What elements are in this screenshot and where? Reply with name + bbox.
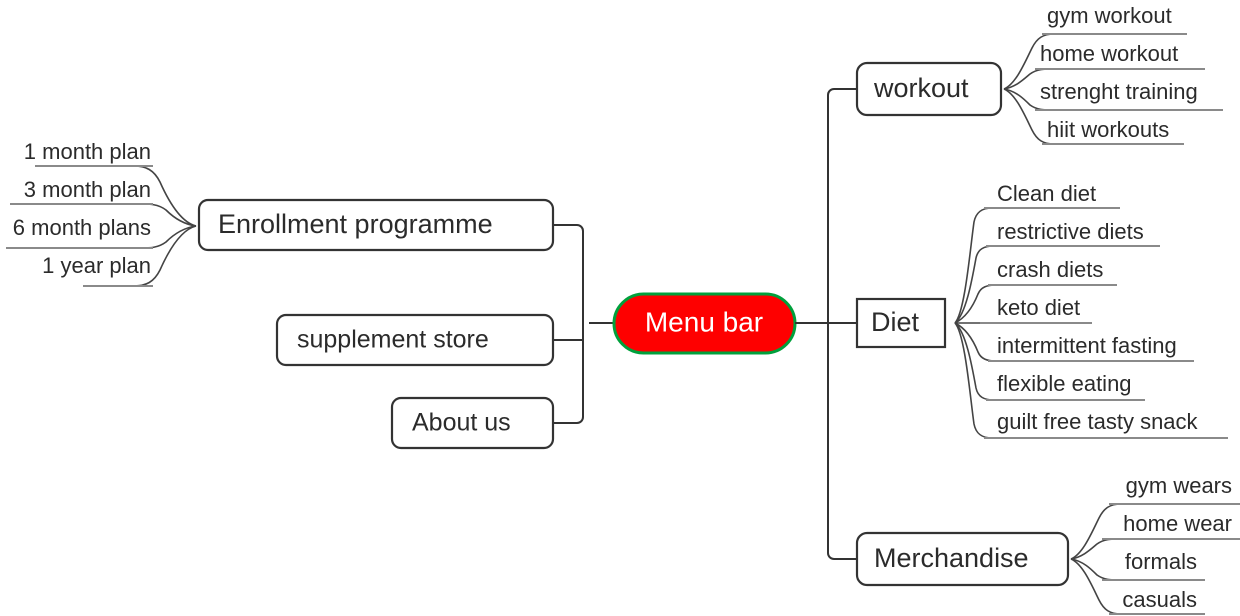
leaf-label-guilt-free-tasty-snack[interactable]: guilt free tasty snack <box>997 409 1199 434</box>
branch-node-merchandise[interactable]: Merchandise <box>855 531 1070 587</box>
branch-label-enrollment-programme: Enrollment programme <box>218 209 493 239</box>
leaf-label-flexible-eating[interactable]: flexible eating <box>997 371 1132 396</box>
right-trunk-connector <box>795 95 829 553</box>
branch-node-supplement-store[interactable]: supplement store <box>275 313 555 367</box>
branch-label-merchandise: Merchandise <box>874 543 1029 573</box>
branch-label-diet: Diet <box>871 307 920 337</box>
leaf-label-casuals[interactable]: casuals <box>1122 587 1197 612</box>
leaf-label-gym-wears[interactable]: gym wears <box>1126 473 1232 498</box>
leaf-label-formals[interactable]: formals <box>1125 549 1197 574</box>
left-branch-stem-enrollment <box>553 224 584 232</box>
branch-label-supplement-store: supplement store <box>297 326 489 354</box>
root-node-menu-bar[interactable]: Menu bar <box>612 292 797 355</box>
left-trunk-connector <box>582 231 614 417</box>
leaf-label-home-workout[interactable]: home workout <box>1040 41 1178 66</box>
right-branch-stem-workout <box>827 88 857 96</box>
leaf-label-1-month-plan[interactable]: 1 month plan <box>24 139 151 164</box>
leaf-label-home-wear[interactable]: home wear <box>1123 511 1232 536</box>
leaf-label-clean-diet[interactable]: Clean diet <box>997 181 1096 206</box>
branch-node-about-us[interactable]: About us <box>390 396 555 450</box>
leaf-label-1-year-plan[interactable]: 1 year plan <box>42 253 151 278</box>
leaf-label-strenght-training[interactable]: strenght training <box>1040 79 1198 104</box>
leaf-label-intermittent-fasting[interactable]: intermittent fasting <box>997 333 1177 358</box>
branch-node-diet[interactable]: Diet <box>855 297 947 349</box>
branch-node-workout[interactable]: workout <box>855 61 1003 117</box>
leaf-label-keto-diet[interactable]: keto diet <box>997 295 1080 320</box>
leaf-label-hiit-workouts[interactable]: hiit workouts <box>1047 117 1169 142</box>
leaf-label-3-month-plan[interactable]: 3 month plan <box>24 177 151 202</box>
branch-node-enrollment-programme[interactable]: Enrollment programme <box>197 198 555 252</box>
right-branch-stem-merchandise <box>827 552 857 560</box>
mind-map-canvas: Enrollment programme supplement store Ab… <box>6 3 1240 615</box>
branch-label-about-us: About us <box>412 409 511 437</box>
leaf-label-restrictive-diets[interactable]: restrictive diets <box>997 219 1144 244</box>
leaf-label-gym-workout[interactable]: gym workout <box>1047 3 1172 28</box>
branch-label-workout: workout <box>873 73 969 103</box>
root-label-menu-bar: Menu bar <box>645 306 763 337</box>
leaf-label-6-month-plans[interactable]: 6 month plans <box>13 215 151 240</box>
left-branch-stem-about <box>553 416 584 424</box>
leaf-label-crash-diets[interactable]: crash diets <box>997 257 1103 282</box>
